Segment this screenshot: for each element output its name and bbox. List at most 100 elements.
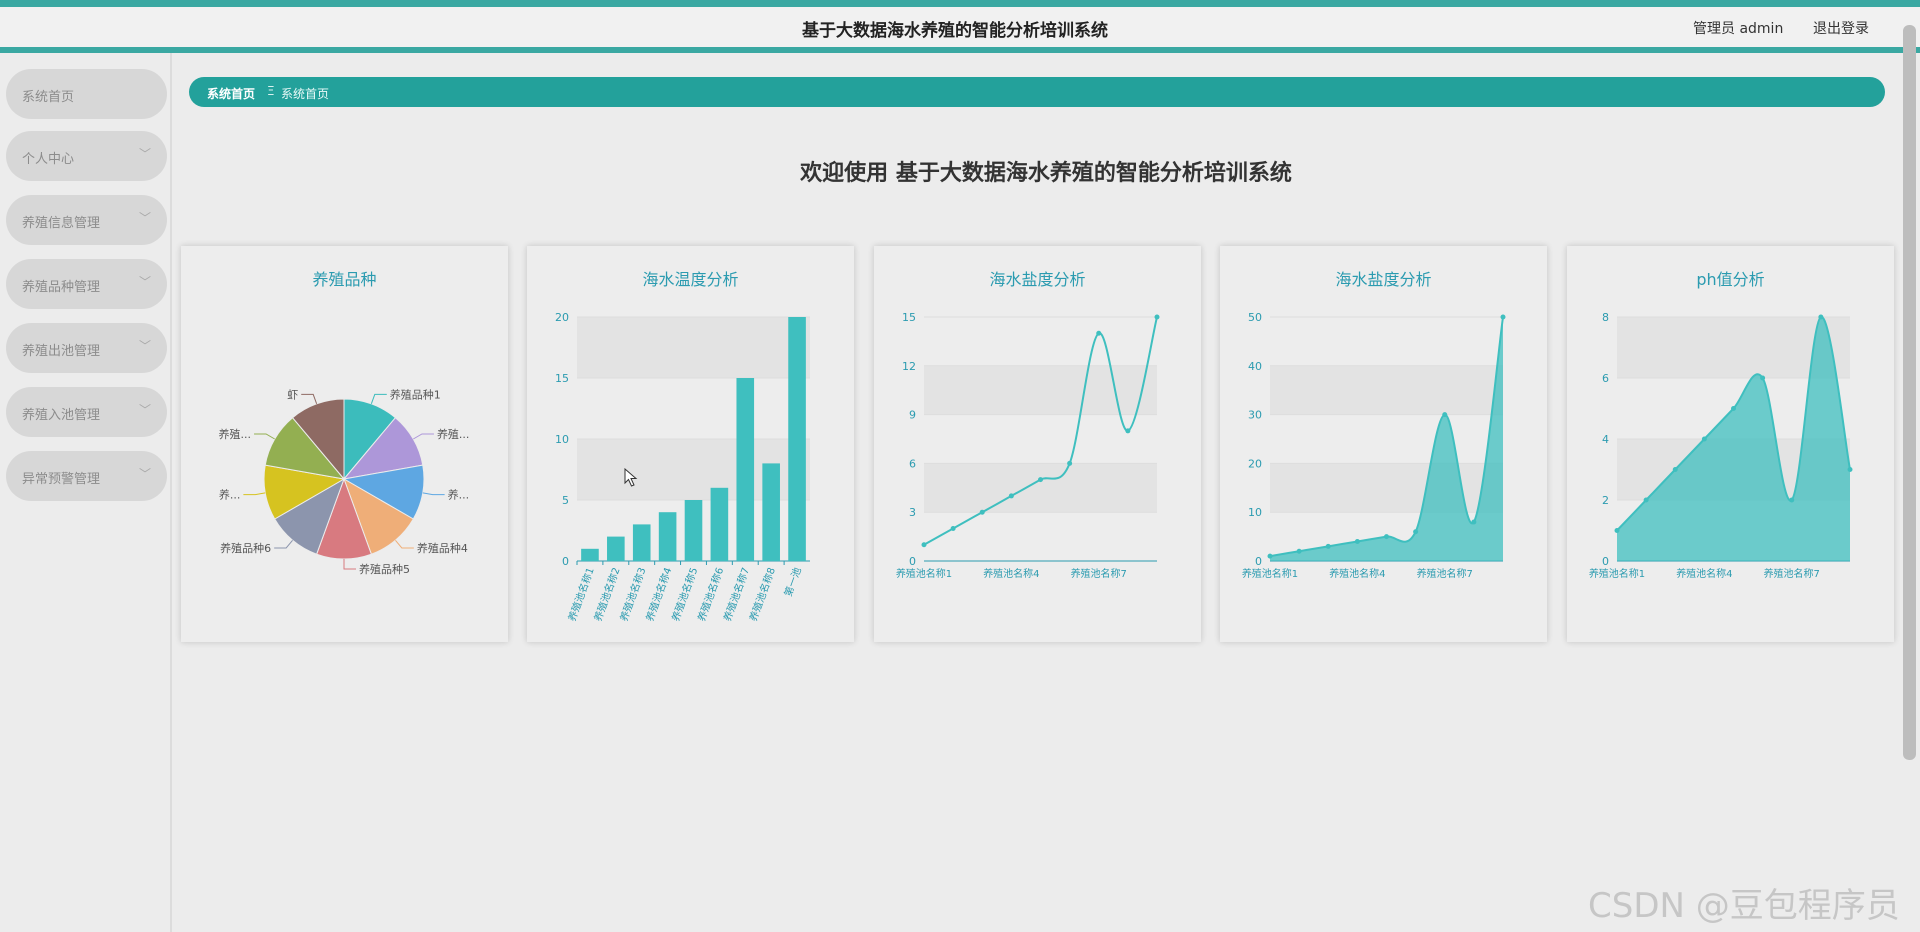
x-tick-label: 第一池 [781,566,803,599]
pie-label-line [254,433,275,440]
pie-label: 养殖品种1 [390,387,441,401]
data-point [1267,553,1273,559]
y-tick-label: 4 [1602,433,1609,446]
data-point [1500,314,1506,320]
x-tick-label: 养殖池名称1 [1242,567,1298,580]
chevron-down-icon: ﹀ [138,275,151,289]
chart-card-salinity-line: 海水盐度分析 0 3 6 9 12 15 养殖池名称1 养殖池名称4 养殖池名称7 [874,246,1201,642]
x-tick-label: 养殖池名称8 [746,566,777,623]
chevron-down-icon: ﹀ [138,339,151,353]
y-tick-label: 0 [1602,555,1609,568]
data-point [1154,314,1160,320]
data-point [950,525,956,531]
data-point [1296,548,1302,554]
sidebar-item-pond-entry[interactable]: 养殖入池管理 ﹀ [6,387,167,437]
grid-band [924,365,1157,415]
x-tick-label: 养殖池名称3 [617,566,648,623]
y-tick-label: 20 [555,311,569,324]
data-point [1789,497,1795,503]
chart-card-salinity-area: 海水盐度分析 0 10 20 30 40 50 养殖池名称1 养殖池名称4 养殖池名称7 [1220,246,1547,642]
pie-label: 养殖品种6 [220,541,271,555]
area-chart: 0 2 4 6 8 养殖池名称1 养殖池名称4 养殖池名称7 [1589,311,1853,580]
data-point [1614,528,1620,533]
y-tick-label: 20 [1248,457,1262,470]
sidebar-item-personal-center[interactable]: 个人中心 ﹀ [6,131,167,181]
x-tick-label: 养殖池名称7 [1417,567,1473,580]
data-point [1643,497,1649,503]
data-point [1442,412,1448,418]
pie-label-line [413,433,434,440]
y-tick-label: 6 [909,457,916,470]
bar [762,463,780,561]
pie-label-line [274,539,293,549]
app-title: 基于大数据海水养殖的智能分析培训系统 [802,21,1108,41]
breadcrumb-current: 系统首页 [281,87,330,101]
data-point [1818,314,1824,320]
y-tick-label: 0 [562,555,569,568]
pie-chart: 养殖品种1 养殖... 养... 养殖品种4 养殖品种5 养殖品种6 养... 养殖... 虾 [219,387,470,576]
mouse-cursor-icon [624,468,638,487]
x-tick-label: 养殖池名称7 [721,566,752,623]
pie-label-line [422,492,445,496]
data-point [1067,460,1073,466]
data-point [1354,538,1360,544]
watermark: CSDN @豆包程序员 [1588,886,1900,926]
breadcrumb-home-link[interactable]: 系统首页 [207,85,255,102]
sidebar-item-label: 养殖入池管理 [22,408,101,423]
data-point [1325,543,1331,549]
grid-band [924,463,1157,513]
sidebar-item-pond-exit[interactable]: 养殖出池管理 ﹀ [6,323,167,373]
data-point [1760,375,1766,381]
x-tick-label: 养殖池名称7 [1071,567,1127,580]
sidebar-item-home[interactable]: 系统首页 [6,69,167,119]
bar [788,317,806,561]
y-tick-label: 15 [555,372,569,385]
pie-label-line [343,559,356,570]
x-tick-label: 养殖池名称4 [643,566,674,623]
vertical-scrollbar[interactable] [1903,25,1916,760]
sidebar-item-breeding-info[interactable]: 养殖信息管理 ﹀ [6,195,167,245]
logout-link[interactable]: 退出登录 [1813,18,1869,38]
y-tick-label: 50 [1248,311,1262,324]
area-fill [1270,317,1503,561]
sidebar-item-anomaly-alert[interactable]: 异常预警管理 ﹀ [6,451,167,501]
data-point [1471,519,1477,525]
y-tick-label: 15 [902,311,916,324]
data-point [1701,436,1707,442]
x-tick-label: 养殖池名称1 [1589,567,1645,580]
x-tick-label: 养殖池名称4 [1329,567,1385,580]
data-point [1038,477,1043,483]
y-tick-label: 30 [1248,409,1262,422]
y-tick-label: 10 [555,433,569,446]
area-chart: 0 10 20 30 40 50 养殖池名称1 养殖池名称4 养殖池名称7 [1242,311,1506,580]
bar [658,512,677,561]
data-point [1847,467,1853,472]
sidebar-item-label: 养殖信息管理 [22,216,101,231]
x-tick-label: 养殖池名称7 [1764,567,1820,580]
sidebar-item-label: 养殖出池管理 [22,344,101,359]
sidebar-menu: 系统首页 个人中心 ﹀ 养殖信息管理 ﹀ 养殖品种管理 ﹀ 养殖出池管理 ﹀ 养… [0,53,172,932]
data-point [1672,467,1678,472]
y-tick-label: 9 [909,409,916,422]
bar [684,500,703,561]
x-tick-label: 养殖池名称1 [896,567,952,580]
chevron-down-icon: ﹀ [138,211,151,225]
top-accent-stripe [0,0,1920,7]
pie-label-line [243,492,266,496]
x-tick-label: 养殖池名称1 [565,566,596,623]
bar [632,524,651,561]
sidebar-item-breed-species[interactable]: 养殖品种管理 ﹀ [6,259,167,309]
y-tick-label: 5 [562,494,569,507]
x-tick-label: 养殖池名称4 [983,567,1039,580]
pie-label: 虾 [287,388,298,401]
data-point [979,509,985,515]
sidebar-item-label: 异常预警管理 [22,472,101,487]
y-tick-label: 10 [1248,506,1262,519]
data-point [1731,406,1736,411]
pie-label-line [301,393,318,404]
data-point [1413,529,1419,535]
y-tick-label: 40 [1248,360,1262,373]
y-tick-label: 2 [1602,494,1609,507]
line-chart: 0 3 6 9 12 15 养殖池名称1 养殖池名称4 养殖池名称7 [896,311,1160,580]
pie-label: 养殖品种4 [417,541,468,555]
